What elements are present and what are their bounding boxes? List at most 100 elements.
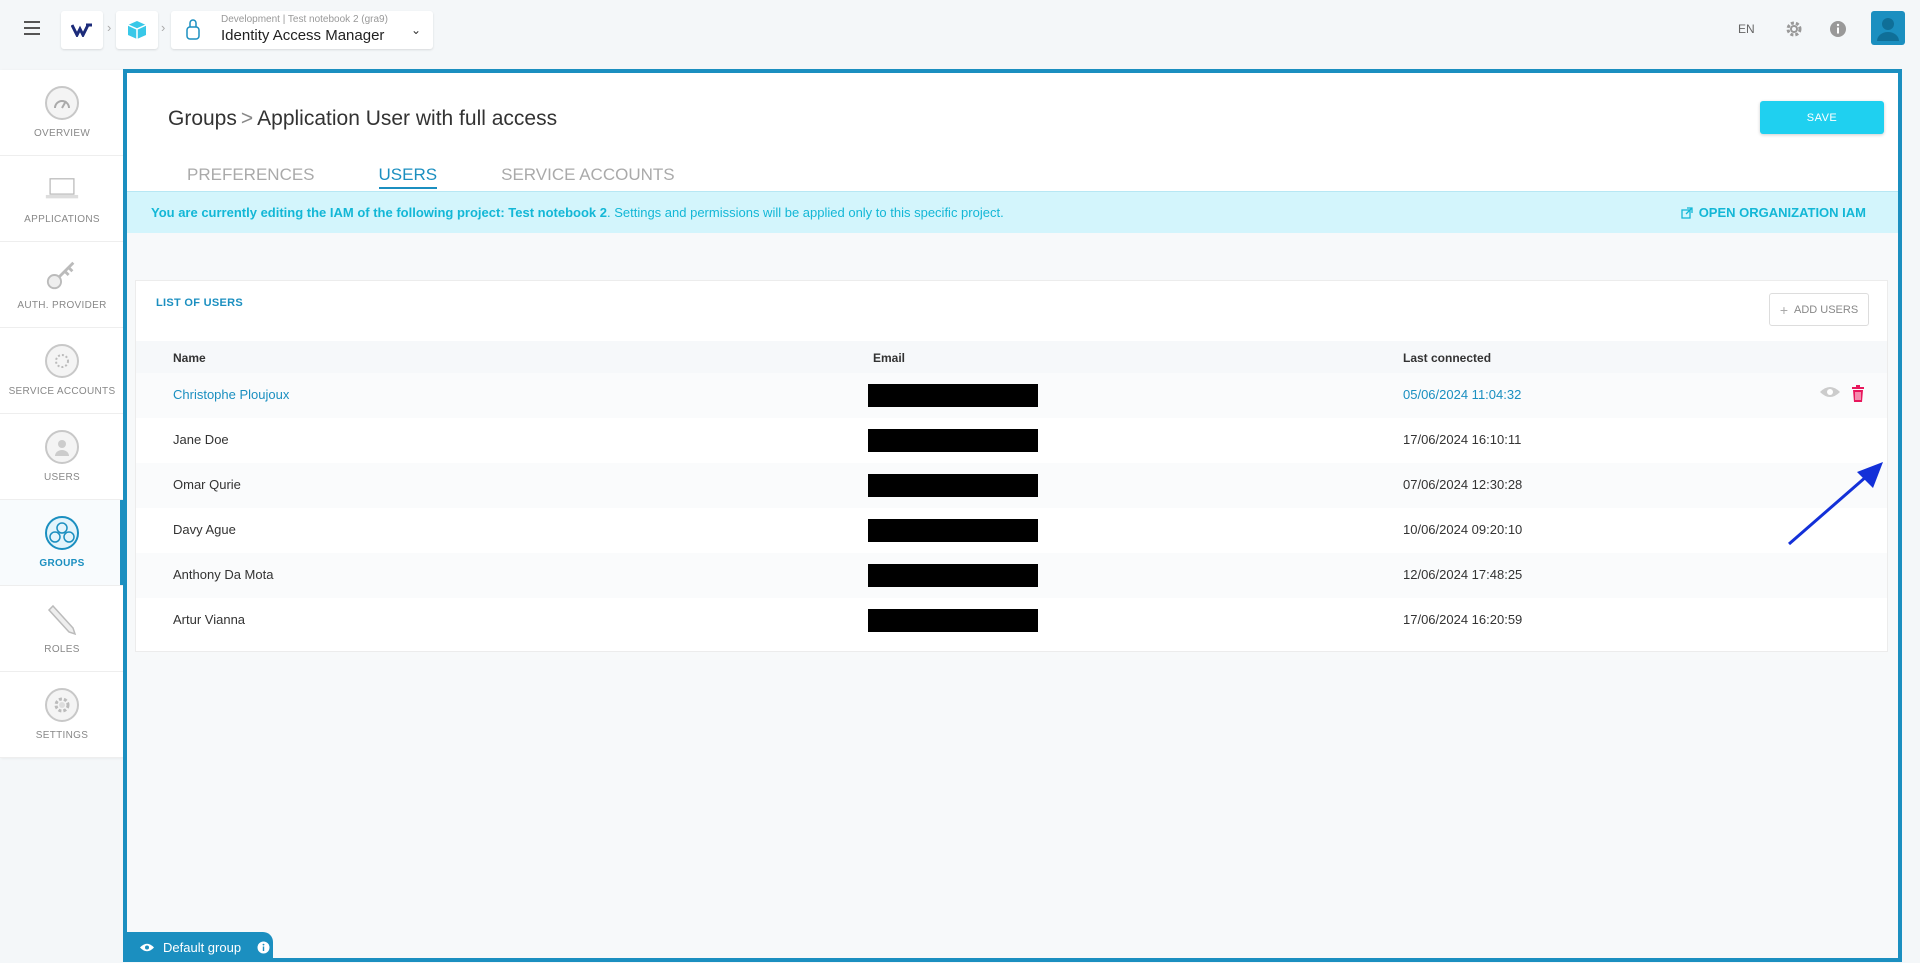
default-group-label: Default group xyxy=(163,939,242,955)
trash-icon[interactable] xyxy=(1851,385,1865,402)
sidebar-item-groups[interactable]: GROUPS xyxy=(0,500,124,586)
user-name: Davy Ague xyxy=(173,522,236,537)
table-row[interactable]: Davy Ague 10/06/2024 09:20:10 xyxy=(136,508,1887,553)
sidebar: OVERVIEW APPLICATIONS AUTH. PROVIDER SER… xyxy=(0,70,124,758)
user-name: Artur Vianna xyxy=(173,612,246,627)
chevron-down-icon[interactable]: ⌄ xyxy=(411,23,421,37)
users-table: Name Email Last connected Christophe Plo… xyxy=(136,341,1887,643)
save-button[interactable]: SAVE xyxy=(1760,101,1884,134)
add-users-button[interactable]: + ADD USERS xyxy=(1769,293,1869,326)
sidebar-item-service-accounts[interactable]: SERVICE ACCOUNTS xyxy=(0,328,124,414)
default-group-tag[interactable]: Default group xyxy=(127,932,273,962)
users-list-card: LIST OF USERS + ADD USERS Name Email Las… xyxy=(135,280,1888,652)
sidebar-item-label: SETTINGS xyxy=(35,730,89,741)
plus-icon: + xyxy=(1779,301,1788,318)
redacted-email xyxy=(868,384,1038,407)
project-notice-banner: You are currently editing the IAM of the… xyxy=(127,191,1898,233)
last-connected: 05/06/2024 11:04:32 xyxy=(1403,387,1522,402)
page-title: Groups > Application User with full access xyxy=(168,107,557,131)
app-context: Development | Test notebook 2 (gra9) xyxy=(221,14,388,25)
pencil-icon xyxy=(45,602,79,636)
breadcrumb-separator-icon: > xyxy=(240,107,254,130)
cube-icon xyxy=(127,21,147,39)
sidebar-item-label: APPLICATIONS xyxy=(24,214,100,225)
breadcrumb-groups-link[interactable]: Groups xyxy=(168,107,237,130)
user-name: Anthony Da Mota xyxy=(173,567,274,582)
sidebar-item-roles[interactable]: ROLES xyxy=(0,586,124,672)
language-selector[interactable]: EN xyxy=(1738,22,1755,36)
banner-text-rest: . Settings and permissions will be appli… xyxy=(606,205,1004,220)
annotation-arrow xyxy=(1788,462,1883,546)
banner-text: You are currently editing the IAM of the… xyxy=(151,205,1004,220)
table-row[interactable]: Christophe Ploujoux 05/06/2024 11:04:32 xyxy=(136,373,1887,418)
sidebar-item-label: GROUPS xyxy=(39,558,85,569)
last-connected: 17/06/2024 16:10:11 xyxy=(1403,432,1522,447)
settings-icon xyxy=(45,688,79,722)
external-link-icon xyxy=(1681,206,1693,219)
table-body: Christophe Ploujoux 05/06/2024 11:04:32 … xyxy=(136,373,1887,643)
user-avatar[interactable] xyxy=(1871,11,1905,45)
column-header-name[interactable]: Name xyxy=(173,351,206,365)
sidebar-item-label: USERS xyxy=(44,472,80,483)
eye-icon[interactable] xyxy=(1819,385,1841,399)
table-row[interactable]: Jane Doe 17/06/2024 16:10:11 xyxy=(136,418,1887,463)
app-switcher[interactable]: Development | Test notebook 2 (gra9) Ide… xyxy=(171,11,433,49)
gauge-icon xyxy=(45,86,79,120)
breadcrumb-separator-icon: › xyxy=(161,20,166,35)
top-bar: › › Development | Test notebook 2 (gra9)… xyxy=(0,0,1920,58)
sidebar-item-label: ROLES xyxy=(44,644,80,655)
sidebar-item-label: OVERVIEW xyxy=(33,128,91,139)
lock-hand-icon xyxy=(186,19,200,40)
last-connected: 07/06/2024 12:30:28 xyxy=(1403,477,1523,492)
user-name: Jane Doe xyxy=(173,432,229,447)
tab-service-accounts[interactable]: SERVICE ACCOUNTS xyxy=(501,165,675,189)
redacted-email xyxy=(868,564,1038,587)
add-users-label: ADD USERS xyxy=(1794,303,1859,316)
user-name: Omar Qurie xyxy=(173,477,241,492)
app-title: Identity Access Manager xyxy=(221,27,385,44)
menu-icon[interactable] xyxy=(24,21,40,35)
user-icon xyxy=(45,430,79,464)
breadcrumb-separator-icon: › xyxy=(107,20,112,35)
table-header: Name Email Last connected xyxy=(136,341,1887,373)
workspace-button[interactable] xyxy=(116,11,158,49)
row-actions xyxy=(1819,385,1865,402)
eye-icon xyxy=(140,943,154,951)
column-header-last-connected[interactable]: Last connected xyxy=(1403,351,1491,365)
sidebar-item-overview[interactable]: OVERVIEW xyxy=(0,70,124,156)
sidebar-item-label: AUTH. PROVIDER xyxy=(17,300,107,311)
table-row[interactable]: Artur Vianna 17/06/2024 16:20:59 xyxy=(136,598,1887,643)
table-row[interactable]: Omar Qurie 07/06/2024 12:30:28 xyxy=(136,463,1887,508)
tab-bar: PREFERENCES USERS SERVICE ACCOUNTS xyxy=(187,165,739,189)
last-connected: 12/06/2024 17:48:25 xyxy=(1403,567,1523,582)
panel-header: Groups > Application User with full access… xyxy=(127,73,1898,191)
sidebar-item-applications[interactable]: APPLICATIONS xyxy=(0,156,124,242)
sidebar-item-auth-provider[interactable]: AUTH. PROVIDER xyxy=(0,242,124,328)
info-icon[interactable] xyxy=(1829,20,1847,38)
gear-icon[interactable] xyxy=(1784,19,1804,39)
user-name-link[interactable]: Christophe Ploujoux xyxy=(173,387,289,402)
sidebar-item-settings[interactable]: SETTINGS xyxy=(0,672,124,758)
main-panel: Groups > Application User with full access… xyxy=(123,69,1902,962)
open-organization-iam-label: OPEN ORGANIZATION IAM xyxy=(1698,205,1866,220)
last-connected: 17/06/2024 16:20:59 xyxy=(1403,612,1523,627)
key-icon xyxy=(45,258,79,292)
redacted-email xyxy=(868,519,1038,542)
table-row[interactable]: Anthony Da Mota 12/06/2024 17:48:25 xyxy=(136,553,1887,598)
laptop-icon xyxy=(45,172,79,206)
sidebar-item-users[interactable]: USERS xyxy=(0,414,124,500)
tab-preferences[interactable]: PREFERENCES xyxy=(187,165,315,189)
tab-users[interactable]: USERS xyxy=(378,165,438,189)
logo-icon xyxy=(71,23,92,37)
open-organization-iam-link[interactable]: OPEN ORGANIZATION IAM xyxy=(1681,205,1866,220)
redacted-email xyxy=(868,429,1038,452)
list-title: LIST OF USERS xyxy=(156,297,244,309)
company-logo-button[interactable] xyxy=(61,11,103,49)
group-icon xyxy=(45,516,79,550)
sidebar-item-label: SERVICE ACCOUNTS xyxy=(8,386,116,397)
user-icon xyxy=(1877,18,1899,41)
info-icon[interactable] xyxy=(257,941,270,954)
service-account-icon xyxy=(45,344,79,378)
redacted-email xyxy=(868,474,1038,497)
column-header-email[interactable]: Email xyxy=(873,351,905,365)
